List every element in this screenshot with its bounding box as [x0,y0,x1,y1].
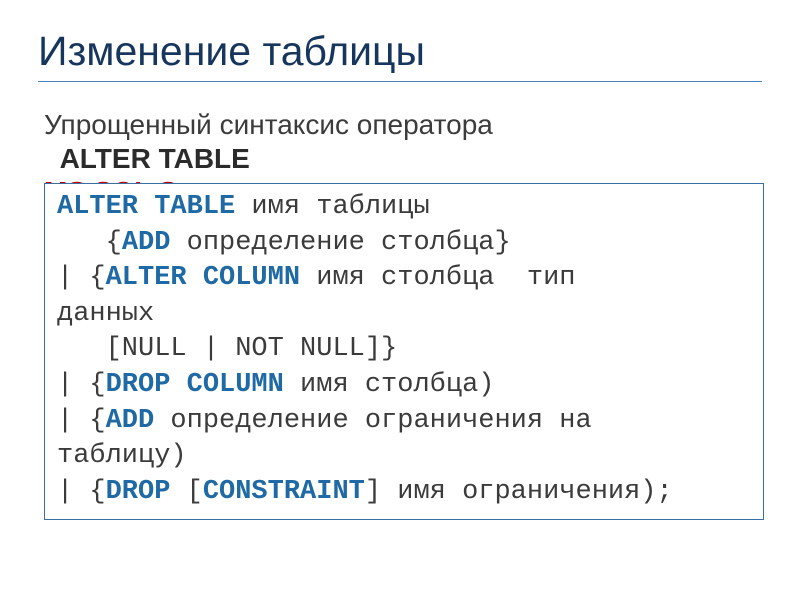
code-text: | { [57,370,106,400]
kw-constraint: CONSTRAINT [203,477,365,507]
kw-add: ADD [122,228,171,258]
code-text: [ [170,477,202,507]
intro-keyword: ALTER TABLE [60,143,250,174]
code-text: | { [57,406,106,436]
code-text: имя столбца) [284,370,495,400]
code-text: имя столбца тип [300,263,575,293]
code-text: { [57,228,122,258]
code-block: ALTER TABLE имя таблицы {ADD определение… [57,190,751,511]
code-text: [NULL | NOT NULL]} [57,334,397,364]
code-text: ] имя ограничения); [365,477,673,507]
code-text: определение столбца} [170,228,510,258]
slide-title: Изменение таблицы [38,28,762,82]
kw-alter-column: ALTER COLUMN [106,263,300,293]
code-text: имя таблицы [235,192,429,222]
intro-text: Упрощенный синтаксис оператора ALTER TAB… [44,108,762,175]
kw-drop-column: DROP COLUMN [106,370,284,400]
kw-alter-table: ALTER TABLE [57,192,235,222]
code-box: ALTER TABLE имя таблицы {ADD определение… [44,183,764,520]
kw-drop: DROP [106,477,171,507]
code-text: | { [57,477,106,507]
code-text: определение ограничения на [154,406,591,436]
intro-line1: Упрощенный синтаксис оператора [44,109,493,140]
code-text: | { [57,263,106,293]
code-text: данных [57,299,154,329]
kw-add-2: ADD [106,406,155,436]
code-text: таблицу) [57,441,187,471]
